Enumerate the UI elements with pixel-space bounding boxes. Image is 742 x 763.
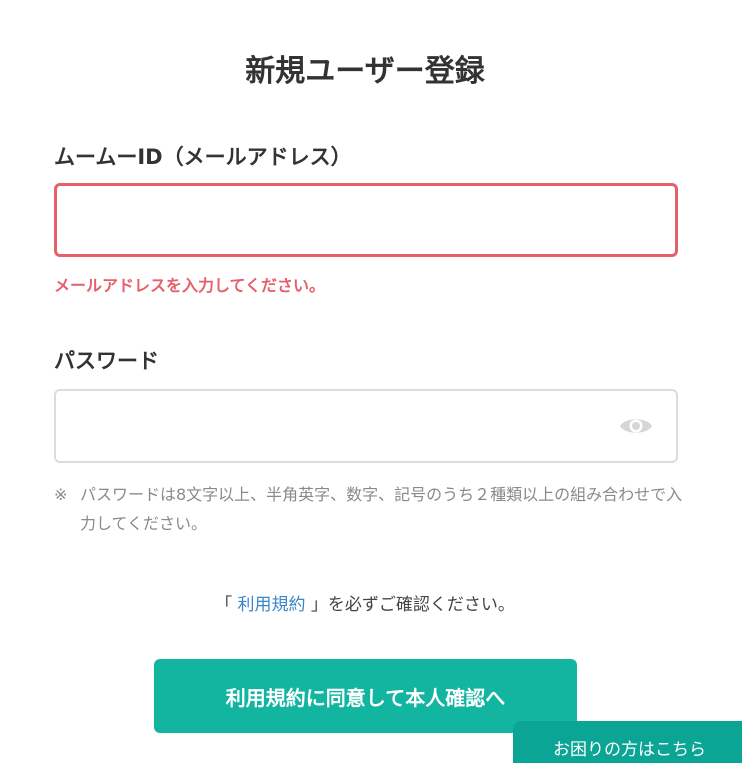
password-field[interactable] — [54, 389, 678, 463]
eye-icon[interactable] — [619, 413, 653, 439]
terms-notice: 「 利用規約 」を必ずご確認ください。 — [0, 590, 730, 615]
page-title: 新規ユーザー登録 — [245, 54, 485, 89]
email-field[interactable] — [54, 183, 678, 257]
registration-page: 新規ユーザー登録 ムームーID（メールアドレス） メールアドレスを入力してくださ… — [0, 0, 742, 763]
terms-suffix: を必ずご確認ください。 — [327, 595, 515, 615]
password-field-label: パスワード — [54, 349, 159, 373]
email-error-message: メールアドレスを入力してください。 — [54, 276, 326, 295]
terms-close-bracket: 」 — [305, 595, 328, 615]
help-tab[interactable]: お困りの方はこちら — [513, 721, 742, 763]
password-requirement-note: ※ パスワードは8文字以上、半角英字、数字、記号のうち２種類以上の組み合わせで入… — [54, 480, 684, 538]
note-text: パスワードは8文字以上、半角英字、数字、記号のうち２種類以上の組み合わせで入力し… — [80, 485, 683, 533]
terms-link[interactable]: 利用規約 — [238, 595, 306, 615]
agree-and-verify-button[interactable]: 利用規約に同意して本人確認へ — [154, 659, 577, 733]
terms-open-bracket: 「 — [215, 595, 238, 615]
note-mark: ※ — [54, 485, 68, 504]
email-field-label: ムームーID（メールアドレス） — [54, 145, 352, 169]
